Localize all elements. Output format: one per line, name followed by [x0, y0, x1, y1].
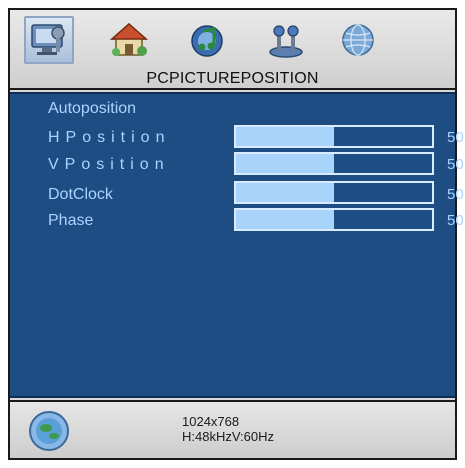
phase-slider[interactable] [234, 208, 434, 231]
phase-value: 50 [447, 212, 464, 229]
joystick-icon[interactable] [261, 16, 311, 64]
v-position-slider[interactable] [234, 152, 434, 175]
phase-slider-fill [236, 210, 334, 229]
dot-clock-slider[interactable] [234, 181, 434, 204]
signal-info: 1024x768 H:48kHzV:60Hz [182, 414, 274, 444]
settings-panel: Autoposition HPosition 50 VPosition 50 D… [10, 92, 464, 398]
menu-item-phase[interactable]: Phase [48, 212, 93, 230]
dot-clock-slider-fill [236, 183, 334, 202]
resolution-text: 1024x768 [182, 414, 240, 429]
h-position-slider-fill [236, 127, 334, 146]
home-icon[interactable] [104, 16, 154, 64]
pc-setup-icon[interactable] [24, 16, 74, 64]
v-position-slider-fill [236, 154, 334, 173]
menu-item-dot-clock[interactable]: DotClock [48, 186, 113, 204]
menu-title: PCPICTUREPOSITION [146, 70, 319, 87]
audio-icon[interactable] [182, 16, 232, 64]
menu-item-h-position[interactable]: HPosition [48, 129, 170, 147]
menu-item-v-position[interactable]: VPosition [48, 156, 170, 174]
h-position-slider[interactable] [234, 125, 434, 148]
menu-header: PCPICTUREPOSITION [10, 10, 455, 90]
globe-icon [29, 411, 69, 451]
h-position-value: 50 [447, 129, 464, 146]
dot-clock-value: 50 [447, 186, 464, 203]
v-position-value: 50 [447, 156, 464, 173]
menu-item-autoposition[interactable]: Autoposition [48, 100, 136, 118]
frequency-text: H:48kHzV:60Hz [182, 429, 274, 444]
status-footer: 1024x768 H:48kHzV:60Hz [10, 400, 455, 458]
globe-icon[interactable] [333, 16, 383, 64]
